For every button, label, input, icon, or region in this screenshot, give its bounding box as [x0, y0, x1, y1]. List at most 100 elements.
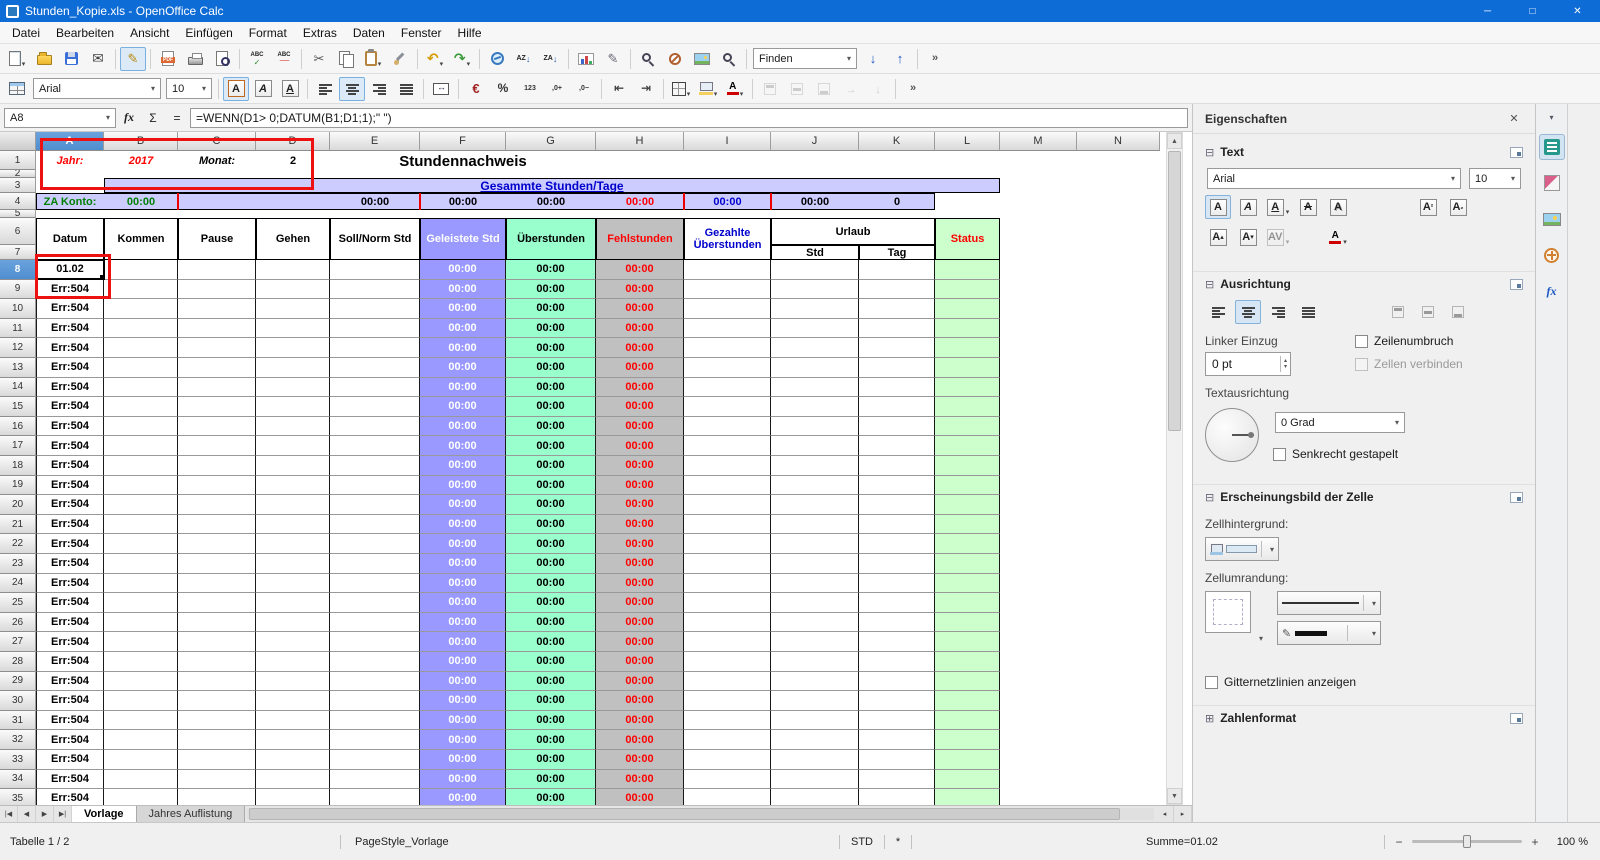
cell-L10[interactable] — [935, 299, 1000, 319]
cell-H19[interactable]: 00:00 — [596, 475, 684, 496]
cell-A13[interactable]: Err:504 — [36, 358, 104, 378]
show-gridlines-checkbox[interactable]: Gitternetzlinien anzeigen — [1205, 675, 1523, 689]
cell-L9[interactable] — [935, 279, 1000, 300]
cell-K16[interactable] — [859, 416, 935, 437]
summary-K4[interactable]: 0 — [859, 193, 935, 210]
cell-A29[interactable]: Err:504 — [36, 671, 104, 692]
cell-D25[interactable] — [256, 593, 330, 613]
cell-H30[interactable]: 00:00 — [596, 691, 684, 711]
cell-G29[interactable]: 00:00 — [506, 671, 596, 692]
cell-E24[interactable] — [330, 573, 420, 594]
table-grid-button[interactable] — [4, 77, 30, 101]
cell-K12[interactable] — [859, 338, 935, 358]
cell-H14[interactable]: 00:00 — [596, 377, 684, 398]
cell-F16[interactable]: 00:00 — [420, 416, 506, 437]
cell-H11[interactable]: 00:00 — [596, 318, 684, 339]
standard-format-button[interactable]: 123 — [517, 77, 543, 101]
cell-I18[interactable] — [684, 456, 771, 476]
cell-J27[interactable] — [771, 632, 859, 652]
sidebar-shrink-font-button[interactable]: A ▾ — [1235, 225, 1261, 249]
align-left-button[interactable] — [312, 77, 338, 101]
cell-K28[interactable] — [859, 652, 935, 672]
cell-E31[interactable] — [330, 710, 420, 731]
cell-J33[interactable] — [771, 750, 859, 770]
cell-I21[interactable] — [684, 514, 771, 535]
cell-I32[interactable] — [684, 730, 771, 750]
row-header-18[interactable]: 18 — [0, 456, 36, 476]
chevron-down-icon[interactable]: ▾ — [147, 84, 155, 93]
cell-K17[interactable] — [859, 436, 935, 456]
cell-C11[interactable] — [178, 318, 256, 339]
cell-G17[interactable]: 00:00 — [506, 436, 596, 456]
add-decimal-button[interactable]: ,0+ — [544, 77, 570, 101]
cell-H15[interactable]: 00:00 — [596, 397, 684, 417]
save-button[interactable] — [58, 47, 84, 71]
cell-E12[interactable] — [330, 338, 420, 358]
cell-C16[interactable] — [178, 416, 256, 437]
cell-J9[interactable] — [771, 279, 859, 300]
show-draw-functions-button[interactable]: ✎ — [600, 47, 626, 71]
chevron-down-icon[interactable]: ▾ — [1507, 174, 1515, 183]
cell-A20[interactable]: Err:504 — [36, 495, 104, 515]
cell-B32[interactable] — [104, 730, 178, 750]
font-color-button[interactable]: ▾ — [722, 77, 748, 101]
row-header-3[interactable]: 3 — [0, 178, 36, 193]
cell-C13[interactable] — [178, 358, 256, 378]
cell-L17[interactable] — [935, 436, 1000, 456]
cell-B10[interactable] — [104, 299, 178, 319]
cell-E9[interactable] — [330, 279, 420, 300]
cell-J11[interactable] — [771, 318, 859, 339]
sidebar-underline-button[interactable]: A ▾ — [1265, 195, 1291, 219]
cell-D24[interactable] — [256, 573, 330, 594]
text-rotation-dial[interactable] — [1205, 408, 1259, 462]
alignment-more-options-icon[interactable] — [1510, 278, 1523, 290]
row-header-13[interactable]: 13 — [0, 358, 36, 378]
cell-J16[interactable] — [771, 416, 859, 437]
chevron-down-icon[interactable]: ▾ — [1447, 174, 1455, 183]
cell-G25[interactable]: 00:00 — [506, 593, 596, 613]
header-gezahlte-ueberstunden[interactable]: Gezahlte Überstunden — [684, 218, 771, 260]
cell-H17[interactable]: 00:00 — [596, 436, 684, 456]
cell-B15[interactable] — [104, 397, 178, 417]
cell-D33[interactable] — [256, 750, 330, 770]
cell-E30[interactable] — [330, 691, 420, 711]
cell-J23[interactable] — [771, 554, 859, 574]
cell-D17[interactable] — [256, 436, 330, 456]
selection-sum[interactable]: Summe=01.02 — [1136, 836, 1384, 848]
sidebar-strikethrough-button[interactable]: A — [1295, 195, 1321, 219]
cell-D9[interactable] — [256, 279, 330, 300]
border-line-color-button[interactable]: ✎ ▾ — [1277, 621, 1382, 645]
cell-E23[interactable] — [330, 554, 420, 574]
cell-H24[interactable]: 00:00 — [596, 573, 684, 594]
cell-C21[interactable] — [178, 514, 256, 535]
expand-icon[interactable]: ⊞ — [1205, 712, 1214, 725]
cell-J19[interactable] — [771, 475, 859, 496]
cell-J26[interactable] — [771, 612, 859, 633]
summary-J4[interactable]: 00:00 — [771, 193, 859, 210]
menu-item-bearbeiten[interactable]: Bearbeiten — [48, 23, 122, 43]
cell-C29[interactable] — [178, 671, 256, 692]
cell-H25[interactable]: 00:00 — [596, 593, 684, 613]
cell-E15[interactable] — [330, 397, 420, 417]
cell-F34[interactable]: 00:00 — [420, 769, 506, 790]
cell-F26[interactable]: 00:00 — [420, 612, 506, 633]
cell-B29[interactable] — [104, 671, 178, 692]
cell-L29[interactable] — [935, 671, 1000, 692]
summary-F4[interactable]: 00:00 — [420, 193, 506, 210]
cell-D13[interactable] — [256, 358, 330, 378]
row-header-21[interactable]: 21 — [0, 514, 36, 535]
cell-J18[interactable] — [771, 456, 859, 476]
row-header-26[interactable]: 26 — [0, 612, 36, 633]
cell-B12[interactable] — [104, 338, 178, 358]
menu-item-datei[interactable]: Datei — [4, 23, 48, 43]
cell-F8[interactable]: 00:00 — [420, 260, 506, 280]
cell-I22[interactable] — [684, 534, 771, 554]
sidebar-grow-font-button[interactable]: A ▴ — [1205, 225, 1231, 249]
cell-E18[interactable] — [330, 456, 420, 476]
cell-H16[interactable]: 00:00 — [596, 416, 684, 437]
decrease-indent-button[interactable]: ⇤ — [606, 77, 632, 101]
cell-L18[interactable] — [935, 456, 1000, 476]
cell-H27[interactable]: 00:00 — [596, 632, 684, 652]
row-header-1[interactable]: 1 — [0, 151, 36, 170]
sidebar-align-bottom-button[interactable] — [1445, 300, 1471, 324]
